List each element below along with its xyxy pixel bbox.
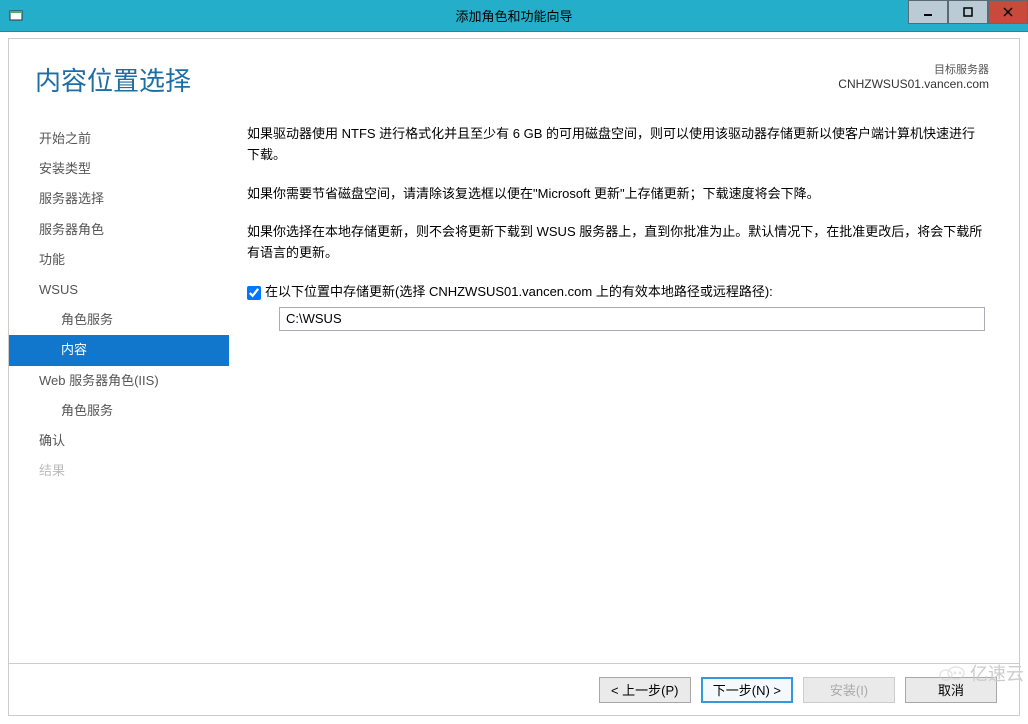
titlebar: 添加角色和功能向导 xyxy=(0,0,1028,32)
next-button[interactable]: 下一步(N) > xyxy=(701,677,793,703)
wizard-frame: 内容位置选择 目标服务器 CNHZWSUS01.vancen.com 开始之前安… xyxy=(8,38,1020,716)
sidebar-item-4[interactable]: 功能 xyxy=(9,245,229,275)
info-paragraph-2: 如果你需要节省磁盘空间，请清除该复选框以便在"Microsoft 更新"上存储更… xyxy=(247,184,985,205)
page-title: 内容位置选择 xyxy=(35,61,191,98)
previous-button[interactable]: < 上一步(P) xyxy=(599,677,691,703)
info-paragraph-1: 如果驱动器使用 NTFS 进行格式化并且至少有 6 GB 的可用磁盘空间，则可以… xyxy=(247,124,985,166)
wizard-main: 如果驱动器使用 NTFS 进行格式化并且至少有 6 GB 的可用磁盘空间，则可以… xyxy=(229,118,1019,646)
sidebar-item-5[interactable]: WSUS xyxy=(9,275,229,305)
sidebar-item-2[interactable]: 服务器选择 xyxy=(9,184,229,214)
window-title: 添加角色和功能向导 xyxy=(455,6,572,25)
info-paragraph-3: 如果你选择在本地存储更新，则不会将更新下载到 WSUS 服务器上，直到你批准为止… xyxy=(247,222,985,264)
wizard-sidebar: 开始之前安装类型服务器选择服务器角色功能WSUS角色服务内容Web 服务器角色(… xyxy=(9,118,229,646)
minimize-button[interactable] xyxy=(908,0,948,24)
sidebar-item-1[interactable]: 安装类型 xyxy=(9,154,229,184)
target-server-info: 目标服务器 CNHZWSUS01.vancen.com xyxy=(838,61,989,91)
button-bar: < 上一步(P) 下一步(N) > 安装(I) 取消 xyxy=(9,663,1019,715)
sidebar-item-7[interactable]: 内容 xyxy=(9,335,229,365)
cancel-button[interactable]: 取消 xyxy=(905,677,997,703)
sidebar-item-6[interactable]: 角色服务 xyxy=(9,305,229,335)
sidebar-item-3[interactable]: 服务器角色 xyxy=(9,215,229,245)
install-button: 安装(I) xyxy=(803,677,895,703)
sidebar-item-10[interactable]: 确认 xyxy=(9,426,229,456)
target-server-label: 目标服务器 xyxy=(838,61,989,77)
store-updates-label[interactable]: 在以下位置中存储更新(选择 CNHZWSUS01.vancen.com 上的有效… xyxy=(265,282,773,303)
sidebar-item-0[interactable]: 开始之前 xyxy=(9,124,229,154)
close-button[interactable] xyxy=(988,0,1028,24)
app-icon xyxy=(8,8,24,24)
store-updates-row: 在以下位置中存储更新(选择 CNHZWSUS01.vancen.com 上的有效… xyxy=(247,282,985,303)
sidebar-item-11: 结果 xyxy=(9,456,229,486)
store-updates-checkbox[interactable] xyxy=(247,286,261,300)
target-server-name: CNHZWSUS01.vancen.com xyxy=(838,77,989,91)
sidebar-item-9[interactable]: 角色服务 xyxy=(9,396,229,426)
wizard-body: 开始之前安装类型服务器选择服务器角色功能WSUS角色服务内容Web 服务器角色(… xyxy=(9,108,1019,646)
window-controls xyxy=(908,0,1028,24)
storage-path-input[interactable] xyxy=(279,307,985,331)
page-header: 内容位置选择 目标服务器 CNHZWSUS01.vancen.com xyxy=(9,39,1019,108)
sidebar-item-8[interactable]: Web 服务器角色(IIS) xyxy=(9,366,229,396)
maximize-button[interactable] xyxy=(948,0,988,24)
